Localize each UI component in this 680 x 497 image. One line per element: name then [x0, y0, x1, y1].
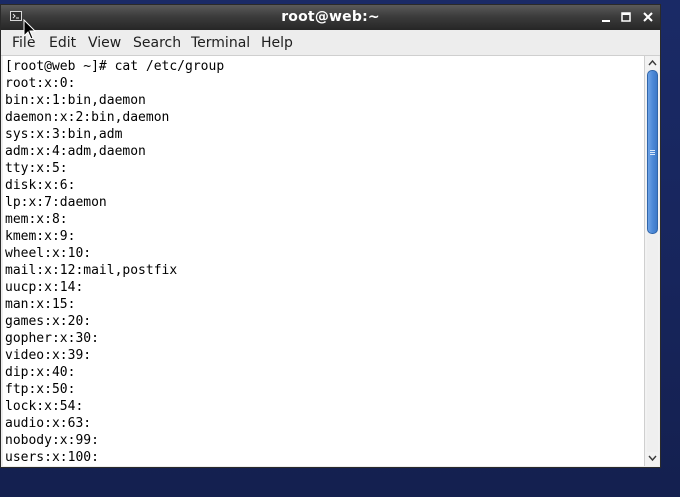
- terminal-line: wheel:x:10:: [5, 246, 92, 261]
- terminal-line: [root@web ~]# cat /etc/group: [5, 59, 225, 74]
- arrow-down-icon: [648, 455, 657, 462]
- terminal-line: gopher:x:30:: [5, 331, 99, 346]
- terminal-line: games:x:20:: [5, 314, 92, 329]
- terminal-line: video:x:39:: [5, 348, 92, 363]
- menu-view[interactable]: View: [88, 35, 121, 51]
- maximize-icon: [621, 12, 631, 22]
- terminal-window: root@web:~ File Edit View Search Termina…: [0, 4, 661, 468]
- terminal-line: bin:x:1:bin,daemon: [5, 93, 146, 108]
- scroll-grip: [650, 150, 655, 151]
- menu-search[interactable]: Search: [133, 35, 181, 51]
- menu-bar: File Edit View Search Terminal Help: [1, 30, 660, 56]
- terminal-line: ftp:x:50:: [5, 382, 76, 397]
- terminal-line: dip:x:40:: [5, 365, 76, 380]
- scroll-down-button[interactable]: [646, 452, 659, 466]
- mouse-pointer-icon: [23, 19, 37, 40]
- terminal-line: users:x:100:: [5, 450, 99, 465]
- terminal-line: nobody:x:99:: [5, 433, 99, 448]
- menu-help[interactable]: Help: [261, 35, 293, 51]
- terminal-line: root:x:0:: [5, 76, 76, 91]
- scroll-track[interactable]: [647, 70, 658, 452]
- terminal-line: lock:x:54:: [5, 399, 84, 414]
- terminal-output[interactable]: [root@web ~]# cat /etc/group root:x:0: b…: [3, 56, 644, 466]
- scroll-up-button[interactable]: [646, 57, 659, 71]
- terminal-line: mem:x:8:: [5, 212, 68, 227]
- maximize-button[interactable]: [618, 9, 634, 25]
- close-button[interactable]: [640, 9, 656, 25]
- terminal-line: daemon:x:2:bin,daemon: [5, 110, 170, 125]
- menu-terminal[interactable]: Terminal: [191, 35, 250, 51]
- terminal-line: adm:x:4:adm,daemon: [5, 144, 146, 159]
- terminal-line: tty:x:5:: [5, 161, 68, 176]
- terminal-line: man:x:15:: [5, 297, 76, 312]
- terminal-line: uucp:x:14:: [5, 280, 84, 295]
- terminal-line: kmem:x:9:: [5, 229, 76, 244]
- window-title: root@web:~: [281, 9, 380, 25]
- vertical-scrollbar[interactable]: [644, 56, 659, 466]
- scroll-grip: [650, 154, 655, 155]
- minimize-button[interactable]: [598, 9, 614, 25]
- terminal-line: disk:x:6:: [5, 178, 76, 193]
- terminal-line: lp:x:7:daemon: [5, 195, 107, 210]
- scroll-thumb[interactable]: [647, 70, 658, 234]
- close-icon: [643, 12, 653, 22]
- terminal-line: mail:x:12:mail,postfix: [5, 263, 178, 278]
- title-bar[interactable]: root@web:~: [1, 5, 660, 30]
- scroll-grip: [650, 152, 655, 153]
- minimize-icon: [602, 20, 610, 22]
- terminal-line: audio:x:63:: [5, 416, 92, 431]
- arrow-up-icon: [648, 59, 657, 66]
- terminal-line: sys:x:3:bin,adm: [5, 127, 123, 142]
- menu-edit[interactable]: Edit: [49, 35, 76, 51]
